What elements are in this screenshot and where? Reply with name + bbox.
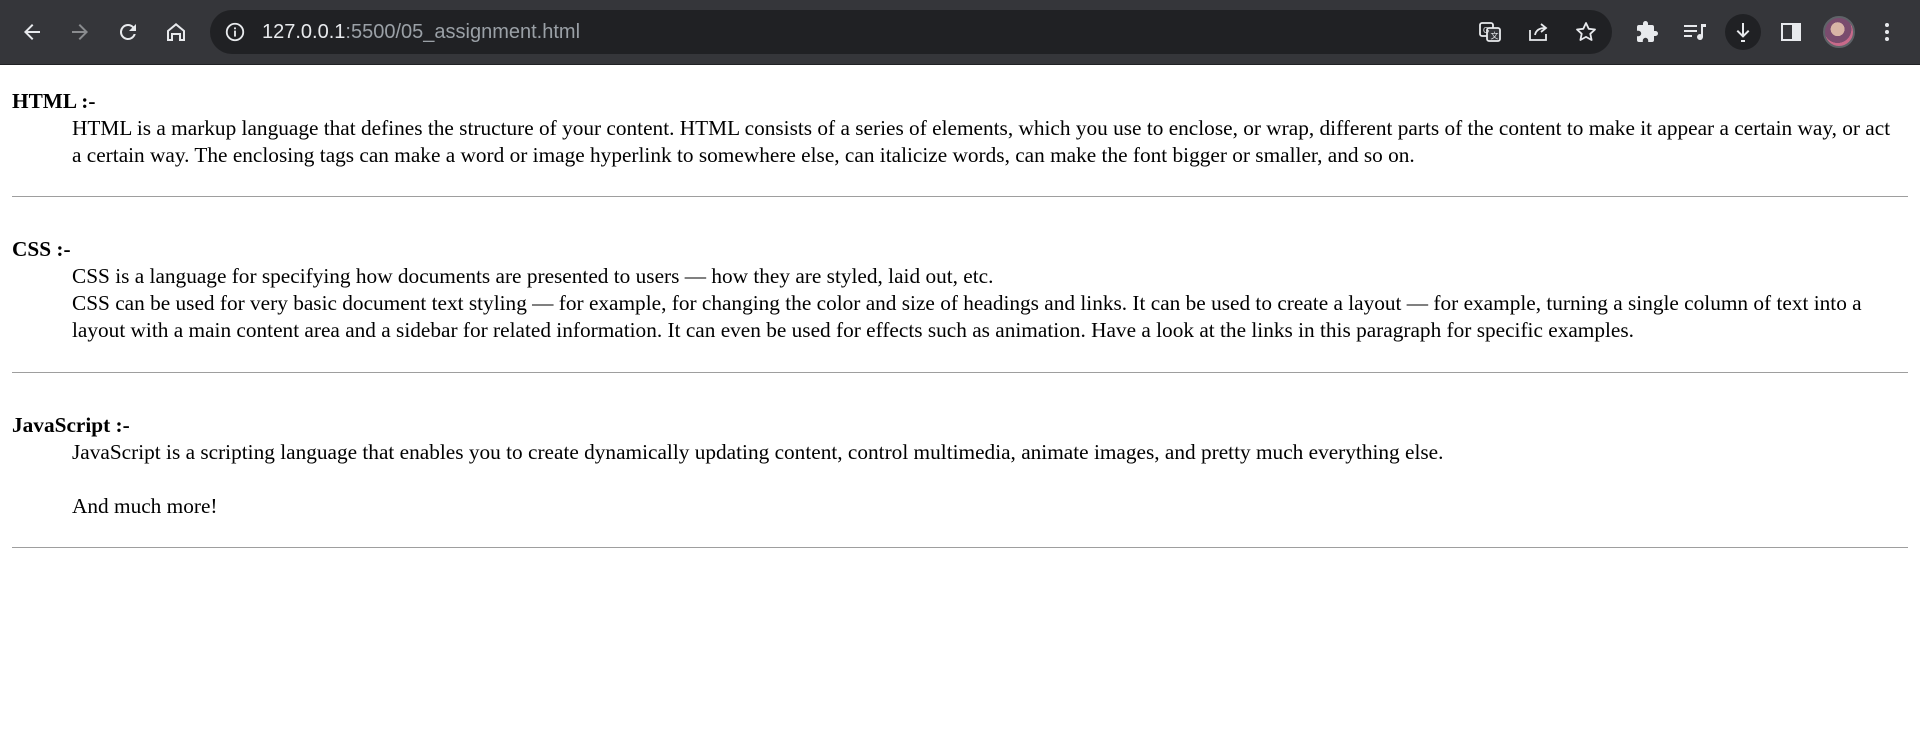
side-panel-icon <box>1781 23 1801 41</box>
term-html: HTML :- <box>12 89 96 113</box>
definition-javascript: JavaScript :- JavaScript is a scripting … <box>0 412 1920 520</box>
url-host: 127.0.0.1 <box>262 21 346 43</box>
description-javascript: JavaScript is a scripting language that … <box>72 440 1444 464</box>
arrow-right-icon <box>72 24 88 40</box>
translate-icon: G 文 <box>1479 22 1501 42</box>
term-css: CSS :- <box>12 237 71 261</box>
description-more: And much more! <box>72 494 218 518</box>
browser-toolbar: 127.0.0.1:5500/05_assignment.html G 文 <box>0 0 1920 65</box>
star-icon <box>1576 22 1596 41</box>
media-queue-icon <box>1684 24 1706 41</box>
home-icon <box>167 23 185 41</box>
description-css-1: CSS is a language for specifying how doc… <box>72 264 994 288</box>
description-css-2: CSS can be used for very basic document … <box>72 291 1862 342</box>
download-icon <box>1736 23 1750 42</box>
arrow-left-icon <box>24 24 40 40</box>
page-content: HTML :- HTML is a markup language that d… <box>0 66 1920 548</box>
svg-text:G: G <box>1483 26 1489 35</box>
reload-icon <box>119 23 136 40</box>
forward-button[interactable] <box>62 14 98 50</box>
extensions-button[interactable] <box>1629 14 1665 50</box>
back-button[interactable] <box>14 14 50 50</box>
info-icon[interactable] <box>224 21 246 43</box>
address-bar[interactable]: 127.0.0.1:5500/05_assignment.html G 文 <box>210 10 1612 54</box>
side-panel-button[interactable] <box>1773 14 1809 50</box>
url-path: :5500/05_assignment.html <box>345 21 581 43</box>
translate-button[interactable]: G 文 <box>1476 18 1504 46</box>
menu-button[interactable] <box>1869 14 1905 50</box>
description-html: HTML is a markup language that defines t… <box>72 116 1891 167</box>
url-text[interactable]: 127.0.0.1:5500/05_assignment.html <box>262 10 580 54</box>
kebab-menu-icon <box>1885 23 1889 41</box>
downloads-button[interactable] <box>1725 14 1761 50</box>
divider <box>12 547 1908 548</box>
bookmark-button[interactable] <box>1572 18 1600 46</box>
svg-text:文: 文 <box>1491 31 1499 41</box>
puzzle-icon <box>1637 21 1658 42</box>
profile-avatar[interactable] <box>1823 16 1855 48</box>
definition-css: CSS :- CSS is a language for specifying … <box>0 236 1920 344</box>
reload-button[interactable] <box>110 14 146 50</box>
media-control-button[interactable] <box>1677 14 1713 50</box>
home-button[interactable] <box>158 14 194 50</box>
share-button[interactable] <box>1524 18 1552 46</box>
term-javascript: JavaScript :- <box>12 413 130 437</box>
definition-html: HTML :- HTML is a markup language that d… <box>0 88 1920 169</box>
share-icon <box>1529 23 1548 41</box>
